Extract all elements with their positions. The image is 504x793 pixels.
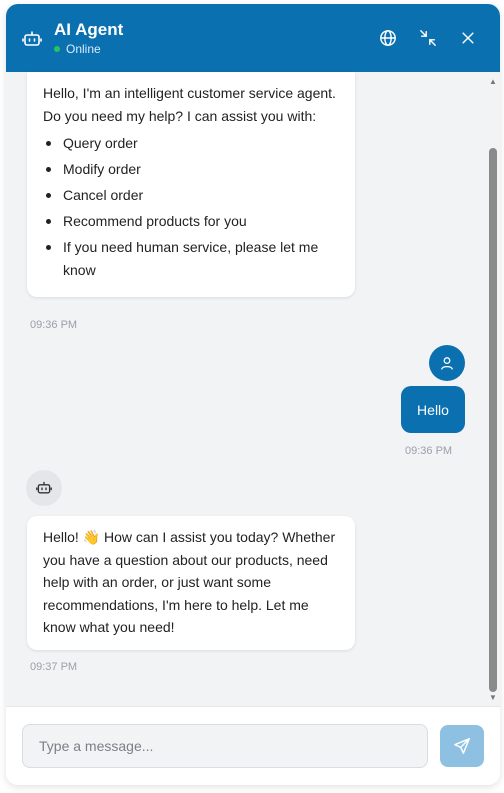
list-item: Recommend products for you (43, 210, 339, 233)
user-avatar (429, 345, 465, 381)
send-button[interactable] (440, 725, 484, 767)
scroll-up-icon[interactable]: ▲ (489, 78, 497, 86)
close-button[interactable] (456, 26, 480, 50)
message-text: Hello (417, 401, 449, 418)
scrollbar-thumb[interactable] (489, 148, 497, 692)
status-label: Online (66, 42, 101, 56)
bot-message-bubble: Hello! 👋 How can I assist you today? Whe… (27, 516, 355, 650)
scroll-down-icon[interactable]: ▼ (489, 694, 497, 702)
agent-title: AI Agent (54, 20, 124, 39)
send-icon (454, 738, 470, 754)
close-icon (462, 32, 474, 44)
capability-list: Query order Modify order Cancel order Re… (43, 132, 339, 282)
message-text: Hello! 👋 How can I assist you today? Whe… (43, 529, 336, 635)
composer (6, 706, 500, 785)
list-item: Modify order (43, 158, 339, 181)
user-icon (441, 357, 453, 370)
globe-icon (380, 30, 396, 46)
chat-widget: AI Agent Online Hello, I'm an intelligen… (6, 4, 500, 785)
message-timestamp: 09:36 PM (30, 319, 78, 331)
online-dot-icon (54, 46, 60, 52)
bot-icon (22, 29, 42, 49)
scrollbar[interactable]: ▲ ▼ (488, 74, 498, 704)
bot-avatar (26, 470, 62, 506)
message-text: Do you need my help? I can assist you wi… (43, 108, 317, 124)
bot-message-bubble: Hello, I'm an intelligent customer servi… (27, 72, 355, 297)
message-list[interactable]: Hello, I'm an intelligent customer servi… (6, 72, 500, 706)
message-input[interactable] (22, 724, 428, 768)
chat-header: AI Agent Online (6, 4, 500, 72)
minimize-button[interactable] (416, 26, 440, 50)
list-item: Query order (43, 132, 339, 155)
minimize-icon (420, 30, 436, 46)
user-message-bubble: Hello (401, 386, 465, 433)
message-timestamp: 09:37 PM (30, 661, 78, 673)
list-item: Cancel order (43, 184, 339, 207)
bot-icon (36, 481, 52, 494)
message-text: Hello, I'm an intelligent customer servi… (43, 85, 336, 101)
message-timestamp: 09:36 PM (405, 445, 453, 457)
list-item: If you need human service, please let me… (43, 236, 339, 282)
agent-status: Online (54, 42, 101, 56)
language-button[interactable] (376, 26, 400, 50)
